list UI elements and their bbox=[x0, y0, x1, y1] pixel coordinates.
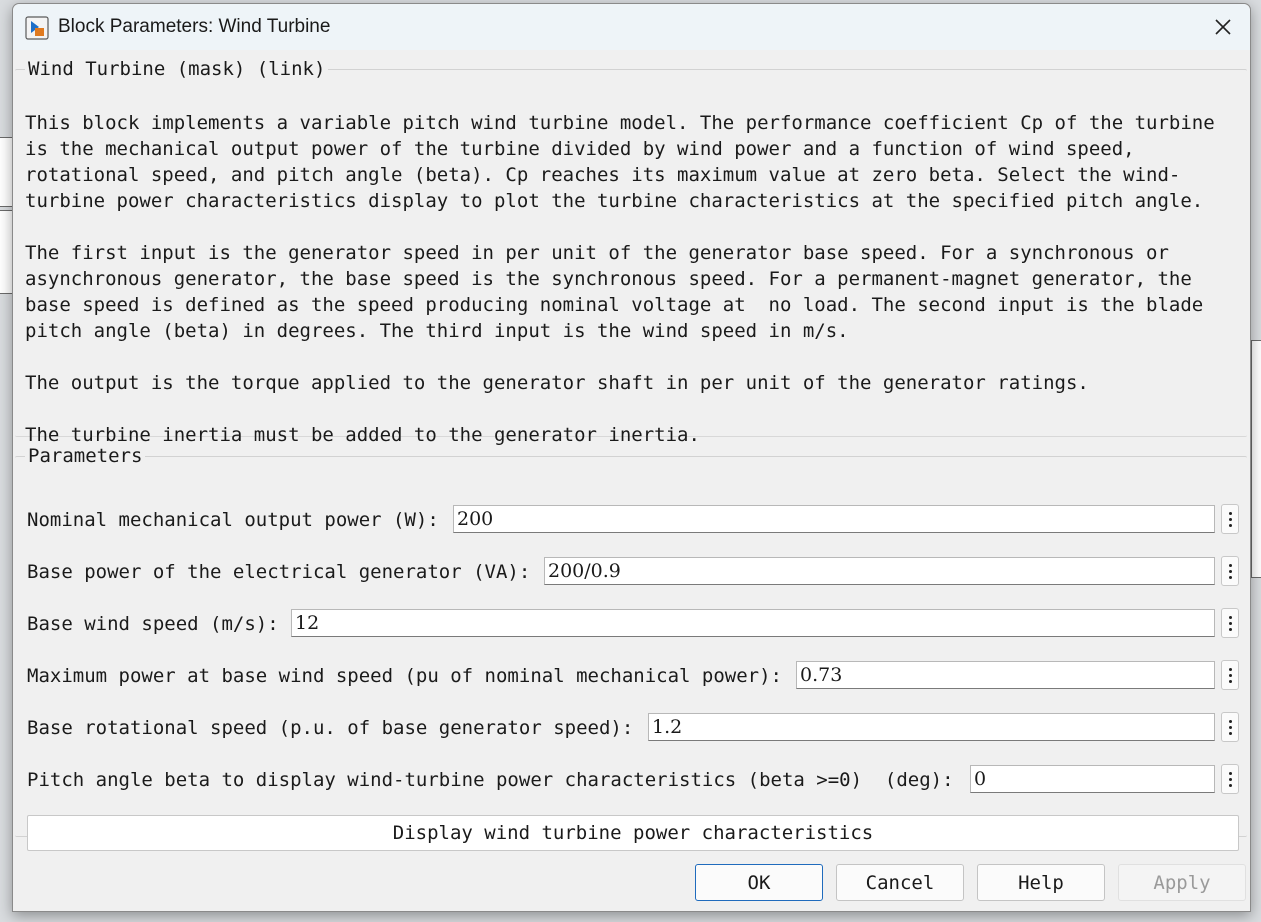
param-label: Base wind speed (m/s): bbox=[27, 613, 279, 635]
base-wind-speed-input[interactable]: 12 bbox=[291, 609, 1215, 637]
help-button[interactable]: Help bbox=[977, 864, 1105, 901]
base-rotational-speed-input[interactable]: 1.2 bbox=[648, 713, 1215, 741]
apply-button[interactable]: Apply bbox=[1118, 864, 1246, 901]
param-row-base-rotational-speed: Base rotational speed (p.u. of base gene… bbox=[27, 712, 1239, 745]
vertical-ellipsis-icon[interactable] bbox=[1221, 660, 1239, 690]
vertical-ellipsis-icon[interactable] bbox=[1221, 504, 1239, 534]
param-label: Base rotational speed (p.u. of base gene… bbox=[27, 717, 634, 739]
background-panel-right bbox=[1251, 340, 1261, 578]
param-row-max-power: Maximum power at base wind speed (pu of … bbox=[27, 660, 1239, 693]
max-power-input[interactable]: 0.73 bbox=[796, 661, 1215, 689]
window-title: Block Parameters: Wind Turbine bbox=[58, 16, 331, 37]
vertical-ellipsis-icon[interactable] bbox=[1221, 712, 1239, 742]
param-label: Base power of the electrical generator (… bbox=[27, 561, 531, 583]
vertical-ellipsis-icon[interactable] bbox=[1221, 764, 1239, 794]
ok-button[interactable]: OK bbox=[695, 864, 823, 901]
parameters-group: Parameters Nominal mechanical output pow… bbox=[15, 445, 1247, 851]
block-parameters-dialog: Block Parameters: Wind Turbine Wind Turb… bbox=[12, 3, 1251, 912]
param-row-pitch-angle: Pitch angle beta to display wind-turbine… bbox=[27, 764, 1239, 797]
display-characteristics-button[interactable]: Display wind turbine power characteristi… bbox=[27, 815, 1239, 851]
param-row-base-wind-speed: Base wind speed (m/s): 12 bbox=[27, 608, 1239, 641]
param-label: Nominal mechanical output power (W): bbox=[27, 509, 439, 531]
cancel-button[interactable]: Cancel bbox=[836, 864, 964, 901]
close-icon[interactable] bbox=[1210, 14, 1236, 40]
title-bar[interactable]: Block Parameters: Wind Turbine bbox=[13, 4, 1250, 50]
vertical-ellipsis-icon[interactable] bbox=[1221, 556, 1239, 586]
nominal-power-input[interactable]: 200 bbox=[453, 505, 1215, 533]
param-row-base-power: Base power of the electrical generator (… bbox=[27, 556, 1239, 589]
base-power-input[interactable]: 200/0.9 bbox=[544, 557, 1215, 585]
block-description: This block implements a variable pitch w… bbox=[25, 112, 1215, 446]
param-label: Maximum power at base wind speed (pu of … bbox=[27, 665, 782, 687]
simulink-block-icon bbox=[25, 16, 49, 40]
pitch-angle-input[interactable]: 0 bbox=[970, 765, 1215, 793]
param-label: Pitch angle beta to display wind-turbine… bbox=[27, 769, 954, 791]
description-legend: Wind Turbine (mask) (link) bbox=[28, 58, 326, 80]
parameters-legend: Parameters bbox=[28, 445, 143, 467]
description-group: Wind Turbine (mask) (link) This block im… bbox=[15, 58, 1247, 446]
vertical-ellipsis-icon[interactable] bbox=[1221, 608, 1239, 638]
param-row-nominal-power: Nominal mechanical output power (W): 200 bbox=[27, 504, 1239, 537]
